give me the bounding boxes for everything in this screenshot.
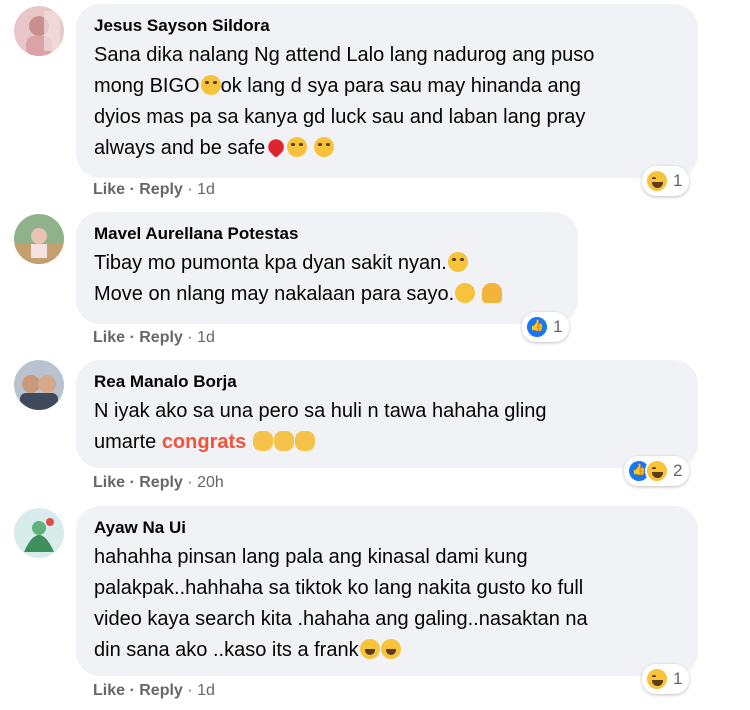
comment-actions: Like · Reply · 1d [93,329,215,346]
avatar[interactable] [14,360,64,410]
comment-bubble: Ayaw Na Ui hahahha pinsan lang pala ang … [76,506,698,676]
comment-actions: Like · Reply · 20h [93,474,224,491]
comment-author[interactable]: Mavel Aurellana Potestas [94,223,560,244]
smiling-face-icon [455,283,476,303]
laughing-face-icon [359,639,380,659]
reaction-count: 1 [673,171,683,190]
avatar-photo-icon [14,214,64,264]
reaction-count: 1 [553,317,563,336]
clapping-hands-icon [252,431,273,451]
reply-button[interactable]: Reply [139,682,183,699]
reaction-summary[interactable]: 1 [642,664,690,694]
like-button[interactable]: Like [93,474,125,491]
avatar-photo-icon [14,360,64,410]
haha-reaction-icon [645,459,669,483]
reaction-summary[interactable]: 1 [522,312,570,342]
crying-face-icon [313,137,334,157]
reaction-count: 1 [673,669,683,688]
avatar[interactable] [14,6,64,56]
reply-button[interactable]: Reply [139,181,183,198]
like-button[interactable]: Like [93,682,125,699]
avatar[interactable] [14,508,64,558]
clapping-hands-icon [294,431,315,451]
clapping-hands-icon [273,431,294,451]
comment-author[interactable]: Jesus Sayson Sildora [94,15,680,36]
comment-actions: Like · Reply · 1d [93,181,215,198]
avatar-photo-icon [14,508,64,558]
haha-reaction-icon [645,667,669,691]
pleading-face-icon [287,137,308,157]
reaction-summary[interactable]: 2 [624,456,690,486]
reaction-summary[interactable]: 1 [642,166,690,196]
comment-text: N iyak ako sa una pero sa huli n tawa ha… [94,400,547,453]
like-button[interactable]: Like [93,329,125,346]
crying-face-icon [200,75,221,95]
reply-button[interactable]: Reply [139,329,183,346]
avatar-photo-icon [14,6,64,56]
comment-timestamp[interactable]: 1d [197,181,215,198]
like-button[interactable]: Like [93,181,125,198]
comment-bubble: Rea Manalo Borja N iyak ako sa una pero … [76,360,698,468]
red-heart-icon [265,135,288,159]
comment-timestamp[interactable]: 20h [197,474,224,491]
comment-text: Tibay mo pumonta kpa dyan sakit nyan. Mo… [94,248,560,310]
comment-text: Sana dika nalang Ng attend Lalo lang nad… [94,44,595,159]
comment-bubble: Mavel Aurellana Potestas Tibay mo pumont… [76,212,578,324]
comment-timestamp[interactable]: 1d [197,682,215,699]
comment-author[interactable]: Rea Manalo Borja [94,371,680,392]
reply-button[interactable]: Reply [139,474,183,491]
reaction-count: 2 [673,461,683,480]
folded-hands-icon [481,283,502,303]
like-reaction-icon [525,315,549,339]
pleading-face-icon [447,252,468,272]
comment-text: hahahha pinsan lang pala ang kinasal dam… [94,546,588,661]
highlighted-word: congrats [161,431,247,453]
comment-author[interactable]: Ayaw Na Ui [94,517,680,538]
haha-reaction-icon [645,169,669,193]
comment-bubble: Jesus Sayson Sildora Sana dika nalang Ng… [76,4,698,178]
comment-actions: Like · Reply · 1d [93,682,215,699]
avatar[interactable] [14,214,64,264]
comment-timestamp[interactable]: 1d [197,329,215,346]
laughing-face-icon [380,639,401,659]
